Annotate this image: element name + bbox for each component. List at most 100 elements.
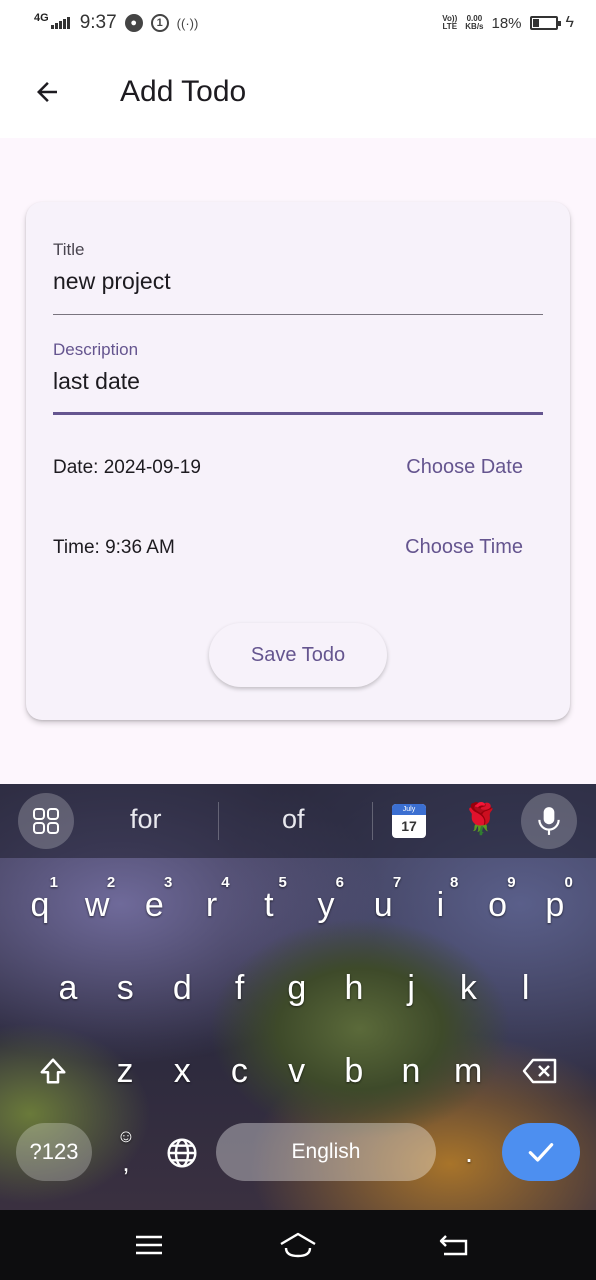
voice-input-button[interactable]: [521, 793, 577, 849]
key-v[interactable]: v: [269, 1034, 325, 1108]
status-right: Vo)) LTE 0.00 KB/s 18% ϟ: [442, 14, 574, 32]
key-k[interactable]: k: [440, 951, 496, 1025]
key-hint: 0: [564, 874, 573, 891]
backspace-icon: [522, 1058, 557, 1084]
description-field[interactable]: Description last date: [53, 340, 543, 415]
key-u[interactable]: u7: [355, 868, 411, 942]
title-field[interactable]: Title new project: [53, 240, 543, 315]
keyboard-menu-button[interactable]: [18, 793, 74, 849]
key-f[interactable]: f: [212, 951, 268, 1025]
symbols-key[interactable]: ?123: [16, 1123, 92, 1181]
charging-icon: ϟ: [565, 14, 574, 31]
grid-icon: [33, 808, 59, 834]
speed-unit: KB/s: [465, 22, 484, 31]
key-label: o: [488, 885, 508, 924]
recents-button[interactable]: [119, 1225, 179, 1265]
battery-icon: [529, 16, 561, 30]
key-y[interactable]: y6: [298, 868, 354, 942]
comma-key[interactable]: ☺ ,: [98, 1116, 154, 1190]
signal-icon: [50, 17, 70, 29]
status-time: 9:37: [79, 12, 117, 33]
todo-form-card: Title new project Description last date …: [26, 202, 570, 720]
microphone-icon: [538, 807, 560, 835]
key-q[interactable]: q1: [12, 868, 68, 942]
time-row: Time: 9:36 AM Choose Time: [53, 536, 523, 559]
key-b[interactable]: b: [326, 1034, 382, 1108]
key-e[interactable]: e3: [126, 868, 182, 942]
key-x[interactable]: x: [154, 1034, 210, 1108]
comma-label: ,: [122, 1146, 130, 1177]
back-nav-icon: [439, 1235, 468, 1256]
title-field-underline: [53, 314, 543, 315]
key-l[interactable]: l: [498, 951, 554, 1025]
status-bar: 4G 9:37 ● 1 ((·)) Vo)) LTE 0.00 KB/s 18%…: [0, 0, 596, 46]
key-a[interactable]: a: [40, 951, 96, 1025]
key-j[interactable]: j: [383, 951, 439, 1025]
sim-icon: 1: [150, 14, 169, 32]
key-w[interactable]: w2: [69, 868, 125, 942]
key-label: s: [116, 968, 134, 1007]
hotspot-icon: ((·)): [176, 15, 199, 31]
key-n[interactable]: n: [383, 1034, 439, 1108]
suggestion-1[interactable]: for: [130, 804, 162, 835]
space-key[interactable]: English: [216, 1123, 436, 1181]
key-c[interactable]: c: [211, 1034, 267, 1108]
suggestion-2[interactable]: of: [282, 804, 305, 835]
key-hint: 1: [49, 874, 58, 891]
key-m[interactable]: m: [440, 1034, 496, 1108]
key-label: p: [545, 885, 565, 924]
home-icon: [280, 1232, 316, 1258]
title-field-label: Title: [53, 240, 85, 259]
key-label: g: [287, 968, 307, 1007]
back-button[interactable]: [17, 62, 77, 122]
key-label: k: [459, 968, 477, 1007]
battery-percent: 18%: [491, 14, 522, 32]
key-p[interactable]: p0: [527, 868, 583, 942]
key-label: n: [401, 1051, 421, 1090]
menu-icon: [136, 1235, 162, 1255]
choose-date-button[interactable]: Choose Date: [406, 456, 523, 479]
home-button[interactable]: [268, 1225, 328, 1265]
key-hint: 3: [164, 874, 173, 891]
backspace-key[interactable]: [512, 1034, 568, 1108]
calendar-emoji-icon[interactable]: July 17: [392, 804, 426, 838]
key-z[interactable]: z: [97, 1034, 153, 1108]
description-field-value[interactable]: last date: [53, 368, 543, 395]
key-hint: 2: [106, 874, 116, 891]
calendar-emoji-day: 17: [401, 818, 417, 834]
period-key[interactable]: .: [441, 1116, 497, 1190]
choose-time-button[interactable]: Choose Time: [405, 536, 523, 559]
key-h[interactable]: h: [326, 951, 382, 1025]
key-t[interactable]: t5: [241, 868, 297, 942]
key-label: d: [172, 968, 192, 1007]
title-field-value[interactable]: new project: [53, 268, 543, 295]
key-label: u: [373, 885, 393, 924]
key-d[interactable]: d: [154, 951, 210, 1025]
key-i[interactable]: i8: [412, 868, 468, 942]
suggestion-divider: [218, 802, 219, 840]
key-hint: 5: [278, 874, 287, 891]
key-label: e: [144, 885, 164, 924]
language-key[interactable]: [154, 1116, 210, 1190]
key-r[interactable]: r4: [184, 868, 240, 942]
key-label: h: [344, 968, 364, 1007]
lte-text: LTE: [442, 22, 458, 31]
key-g[interactable]: g: [269, 951, 325, 1025]
key-label: w: [84, 885, 110, 924]
key-hint: 7: [392, 874, 402, 891]
emoji-hint-icon: ☺: [116, 1126, 136, 1146]
check-icon: [528, 1143, 554, 1162]
key-s[interactable]: s: [97, 951, 153, 1025]
key-label: m: [454, 1051, 483, 1090]
rose-emoji-icon[interactable]: 🌹: [462, 802, 499, 837]
speed-indicator: 0.00 KB/s: [465, 15, 483, 31]
enter-key[interactable]: [502, 1123, 580, 1181]
suggestion-bar: for of July 17 🌹: [0, 784, 596, 858]
back-nav-button[interactable]: [424, 1225, 484, 1265]
shift-key[interactable]: [25, 1034, 81, 1108]
save-todo-button[interactable]: Save Todo: [209, 623, 387, 687]
key-label: r: [205, 885, 218, 924]
description-field-underline: [53, 412, 543, 415]
key-o[interactable]: o9: [470, 868, 526, 942]
key-label: q: [30, 885, 50, 924]
